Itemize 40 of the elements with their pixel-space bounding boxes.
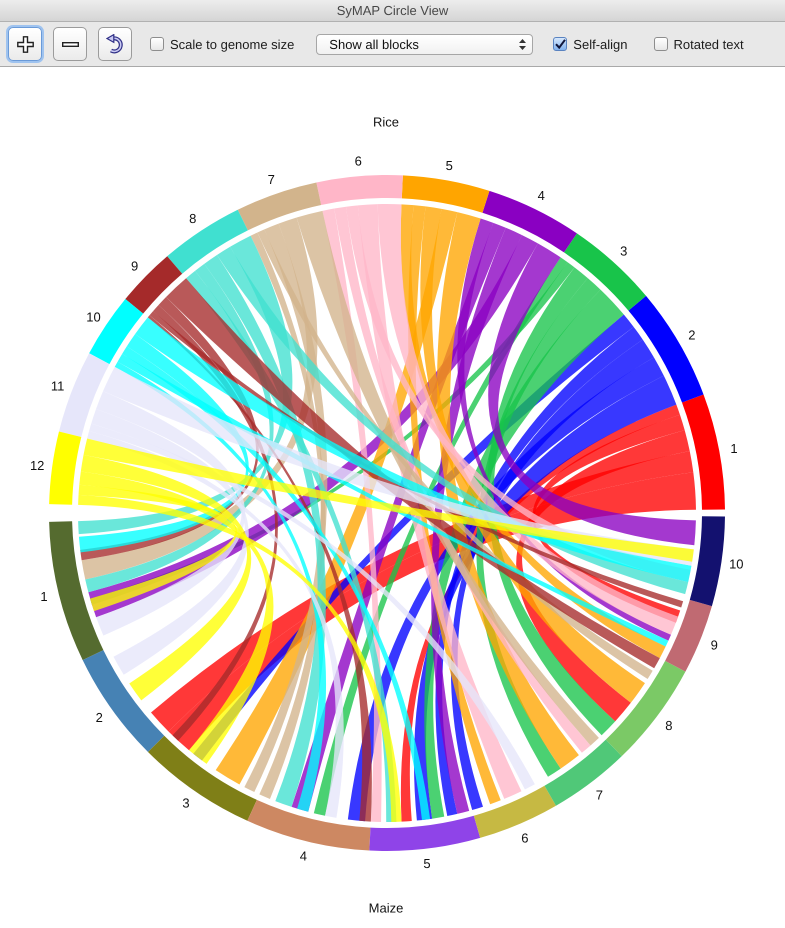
chromosome-label: 3: [620, 244, 628, 259]
plus-icon: [16, 36, 34, 52]
chromosome-label: 1: [730, 440, 738, 456]
minus-icon: [62, 42, 78, 46]
checkbox[interactable]: [150, 37, 164, 51]
chromosome-label: 4: [538, 188, 545, 203]
block-filter-dropdown[interactable]: Show all blocks: [316, 34, 534, 54]
checkbox-label: Scale to genome size: [170, 36, 294, 52]
chromosome-label: 2: [96, 710, 103, 725]
chromosome-label: 7: [596, 787, 604, 802]
chromosome-label: 5: [423, 856, 431, 872]
chromosome-label: 12: [30, 458, 44, 473]
checkbox-label: Rotated text: [674, 36, 744, 52]
chromosome-label: 6: [521, 830, 529, 846]
genome-title: Rice: [373, 114, 399, 130]
chromosome-label: 2: [688, 328, 696, 343]
window-title: SyMAP Circle View: [336, 3, 448, 18]
chromosome-label: 1: [40, 588, 48, 604]
chromosome-label: 3: [182, 796, 190, 811]
checkmark-icon: [554, 39, 566, 49]
rotate-icon: [106, 34, 124, 54]
chromosome-label: 10: [729, 556, 744, 572]
chromosome-label: 9: [710, 638, 718, 653]
zoom-in-button[interactable]: [8, 27, 42, 61]
zoom-out-button[interactable]: [53, 27, 87, 61]
chromosome-label: 5: [446, 158, 453, 173]
chromosome-label: 8: [189, 210, 196, 226]
chromosome-label: 4: [300, 848, 308, 864]
genome-title: Maize: [368, 900, 404, 916]
chromosome-label: 11: [50, 378, 64, 394]
chromosome-label: 8: [665, 718, 673, 733]
chromosome-label: 7: [268, 172, 275, 187]
rotate-button[interactable]: [98, 27, 132, 61]
up-down-arrows-icon: [519, 38, 526, 50]
chromosome-label: 9: [130, 258, 138, 274]
checkbox-label: Self-align: [573, 36, 628, 52]
checkbox[interactable]: [654, 37, 668, 51]
chromosome-label: 10: [86, 309, 101, 324]
checkbox[interactable]: [553, 37, 568, 51]
chromosome-label: 6: [354, 154, 362, 169]
